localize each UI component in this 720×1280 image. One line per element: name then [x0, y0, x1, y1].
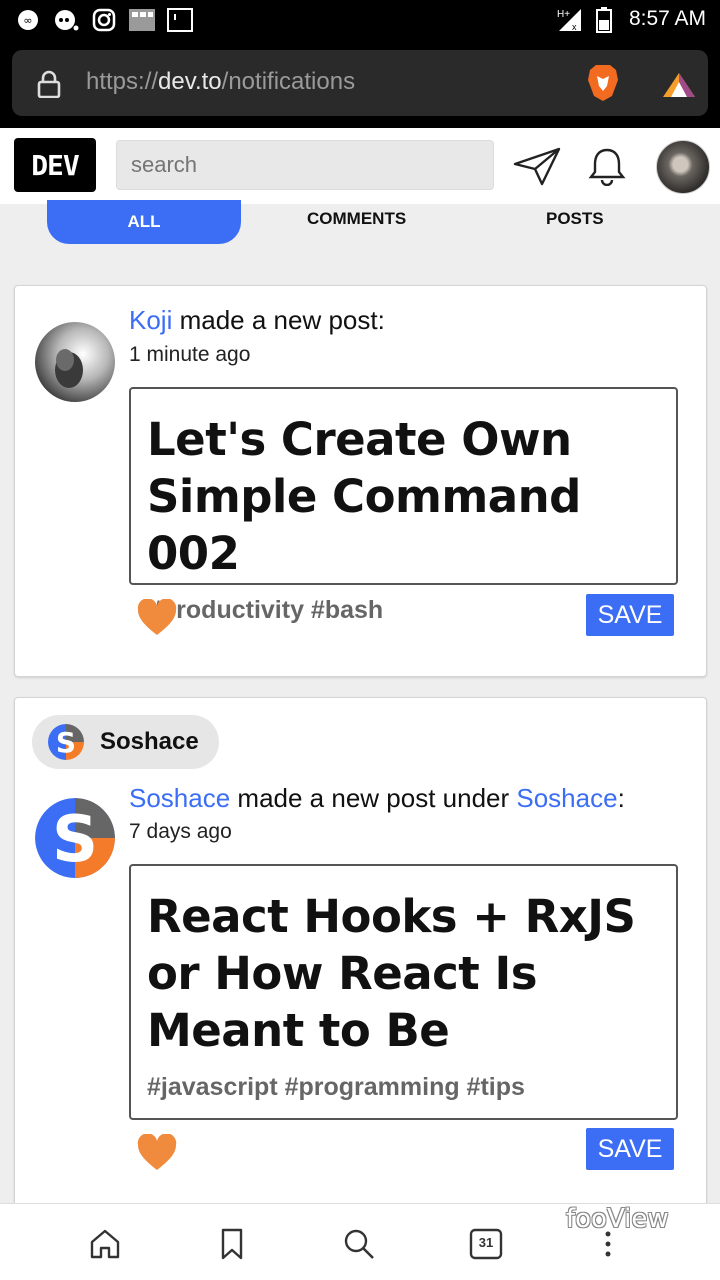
fooview-watermark: fooView	[566, 1204, 669, 1234]
screen-icon	[166, 6, 194, 34]
status-bar: ∞ H+ x 8:57 AM	[0, 0, 720, 40]
post-title[interactable]: Let's Create Own Simple Command 002	[147, 411, 660, 582]
author-link[interactable]: Soshace	[129, 783, 230, 813]
instagram-icon	[90, 6, 118, 34]
search-input[interactable]	[116, 140, 494, 190]
brave-shield-icon[interactable]	[586, 64, 620, 102]
notification-text: Koji made a new post:	[129, 305, 385, 336]
signal-icon: H+ x	[556, 6, 584, 34]
user-avatar[interactable]	[656, 140, 710, 194]
tab-comments[interactable]: COMMENTS	[307, 209, 406, 229]
notification-card: Koji made a new post: 1 minute ago Let's…	[14, 285, 707, 677]
notification-card: S Soshace S Soshace made a new post unde…	[14, 697, 707, 1217]
lock-icon	[37, 70, 61, 98]
svg-text:∞: ∞	[23, 14, 32, 27]
dev-logo[interactable]: DEV	[14, 138, 96, 192]
timestamp: 7 days ago	[129, 820, 232, 843]
post-tags: #javascript #programming #tips	[147, 1073, 525, 1101]
battery-icon	[590, 6, 618, 34]
chat-icon	[52, 6, 80, 34]
post-tags: #productivity #bash	[147, 596, 384, 624]
browser-toolbar: https://dev.to/notifications	[0, 40, 720, 128]
author-avatar[interactable]	[35, 322, 115, 402]
calendar-day: 31	[478, 1235, 494, 1250]
link-icon: ∞	[14, 6, 42, 34]
brave-rewards-icon[interactable]	[662, 72, 696, 98]
notification-text: Soshace made a new post under Soshace:	[129, 783, 625, 814]
url-text[interactable]: https://dev.to/notifications	[86, 68, 355, 96]
notifications-bell-icon[interactable]	[582, 146, 632, 186]
organization-name: Soshace	[100, 728, 199, 755]
author-link[interactable]: Koji	[129, 305, 172, 335]
heart-icon[interactable]	[136, 599, 178, 637]
heart-icon[interactable]	[136, 1134, 178, 1172]
gallery-icon	[128, 6, 156, 34]
timestamp: 1 minute ago	[129, 343, 251, 366]
clock: 8:57 AM	[628, 7, 706, 30]
svg-text:x: x	[572, 22, 577, 32]
url-bar[interactable]: https://dev.to/notifications	[12, 50, 708, 116]
tab-posts[interactable]: POSTS	[546, 209, 604, 229]
send-icon[interactable]	[512, 146, 562, 186]
notification-action: made a new post:	[172, 305, 385, 335]
soshace-logo-icon: S	[48, 724, 84, 760]
notification-suffix: :	[617, 783, 625, 813]
calendar-icon[interactable]: 31	[468, 1226, 504, 1262]
post-title[interactable]: React Hooks + RxJS or How React Is Meant…	[147, 888, 660, 1059]
svg-text:S: S	[52, 803, 98, 877]
url-scheme: https://	[86, 68, 159, 95]
notification-action: made a new post under	[230, 783, 517, 813]
svg-text:H+: H+	[557, 9, 570, 20]
author-avatar[interactable]: S	[35, 798, 115, 878]
url-host: dev.to	[158, 68, 222, 95]
post-preview[interactable]: React Hooks + RxJS or How React Is Meant…	[129, 864, 678, 1120]
notification-tabs: ALL COMMENTS POSTS	[0, 200, 720, 246]
organization-badge[interactable]: S Soshace	[32, 715, 219, 769]
post-preview[interactable]: Let's Create Own Simple Command 002 #pro…	[129, 387, 678, 624]
bookmark-icon[interactable]	[214, 1226, 250, 1262]
url-path: /notifications	[221, 68, 356, 95]
organization-link[interactable]: Soshace	[516, 783, 617, 813]
tab-all[interactable]: ALL	[47, 200, 241, 244]
site-header: DEV	[0, 128, 720, 204]
svg-text:S: S	[56, 726, 76, 759]
save-button[interactable]: SAVE	[586, 1128, 674, 1170]
home-icon[interactable]	[87, 1226, 123, 1262]
search-icon[interactable]	[341, 1226, 377, 1262]
save-button[interactable]: SAVE	[586, 594, 674, 636]
